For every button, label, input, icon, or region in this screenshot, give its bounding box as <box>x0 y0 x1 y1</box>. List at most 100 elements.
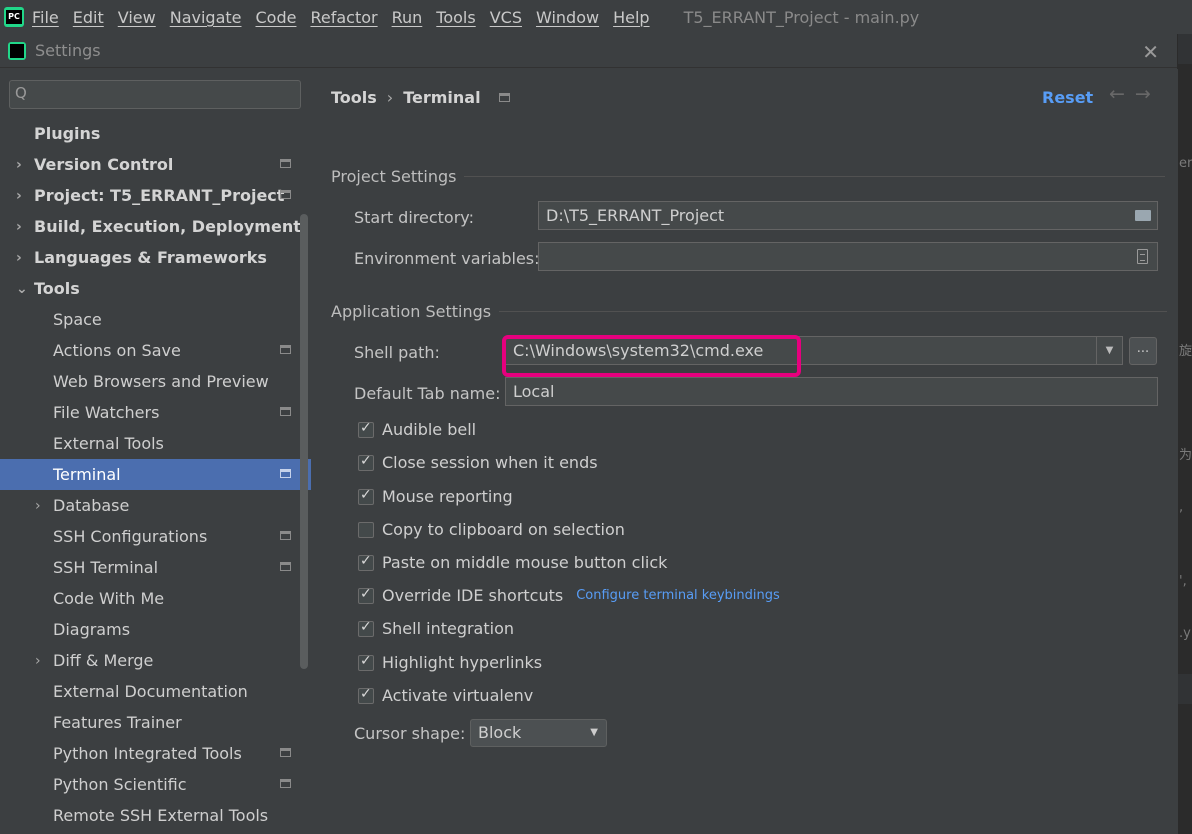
browse-shell-button[interactable]: ... <box>1129 337 1157 365</box>
background-editor-strip: er 旋 为 , ', .y <box>1178 34 1192 834</box>
chevron-right-icon[interactable]: › <box>16 219 22 235</box>
menu-vcs[interactable]: VCS <box>490 8 522 27</box>
sidebar-item-external-tools[interactable]: External Tools <box>0 428 311 459</box>
edit-document-icon[interactable] <box>1137 249 1148 264</box>
checkbox-label: Activate virtualenv <box>382 686 534 705</box>
chevron-right-icon[interactable]: › <box>16 157 22 173</box>
default-tab-field[interactable]: Local <box>505 377 1158 406</box>
project-scope-icon <box>280 531 291 540</box>
menu-window[interactable]: Window <box>536 8 599 27</box>
sidebar-item-build-execution-deployment[interactable]: › Build, Execution, Deployment <box>0 211 311 242</box>
menu-file[interactable]: File <box>32 8 59 27</box>
checkbox-box[interactable] <box>358 653 374 671</box>
sidebar-item-tools[interactable]: ⌄ Tools <box>0 273 311 304</box>
background-text: 旋 <box>1179 344 1192 359</box>
start-directory-value: D:\T5_ERRANT_Project <box>546 206 725 225</box>
menu-code[interactable]: Code <box>256 8 297 27</box>
window-title: T5_ERRANT_Project - main.py <box>683 7 920 27</box>
chevron-down-icon[interactable]: ⌄ <box>16 281 28 297</box>
checkbox-label: Close session when it ends <box>382 453 598 472</box>
sidebar-item-file-watchers[interactable]: File Watchers <box>0 397 311 428</box>
sidebar-item-diagrams[interactable]: Diagrams <box>0 614 311 645</box>
sidebar-item-code-with-me[interactable]: Code With Me <box>0 583 311 614</box>
chevron-down-icon[interactable]: ▼ <box>1096 337 1122 364</box>
background-text: , <box>1179 500 1184 515</box>
sidebar-item-features-trainer[interactable]: Features Trainer <box>0 707 311 738</box>
shell-path-label: Shell path: <box>354 343 440 362</box>
menu-edit[interactable]: Edit <box>73 8 104 27</box>
background-text: er <box>1179 156 1192 171</box>
env-vars-field[interactable] <box>538 242 1158 271</box>
sidebar-item-label: SSH Terminal <box>53 558 159 577</box>
checkbox-copy-to-clipboard[interactable]: Copy to clipboard on selection <box>358 520 625 539</box>
sidebar-item-ssh-configurations[interactable]: SSH Configurations <box>0 521 311 552</box>
sidebar-scrollbar[interactable] <box>300 214 308 669</box>
sidebar-item-database[interactable]: › Database <box>0 490 311 521</box>
folder-icon[interactable] <box>1135 210 1151 221</box>
back-forward-icon[interactable]: ←→ <box>1109 83 1161 105</box>
menu-tools[interactable]: Tools <box>436 8 475 27</box>
configure-keybindings-link[interactable]: Configure terminal keybindings <box>576 588 780 603</box>
checkbox-box[interactable] <box>358 521 374 538</box>
checkbox-box[interactable] <box>358 619 374 637</box>
sidebar-item-python-integrated-tools[interactable]: Python Integrated Tools <box>0 738 311 769</box>
cursor-shape-select[interactable]: Block ▼ <box>470 719 607 747</box>
sidebar-item-plugins[interactable]: Plugins <box>0 118 311 149</box>
sidebar-item-project[interactable]: › Project: T5_ERRANT_Project <box>0 180 311 211</box>
project-scope-icon <box>280 562 291 571</box>
reset-button[interactable]: Reset <box>1042 88 1093 107</box>
terminal-settings-panel: Tools › Terminal Reset ←→ Project Settin… <box>311 69 1178 834</box>
menu-refactor[interactable]: Refactor <box>310 8 377 27</box>
checkbox-box[interactable] <box>358 686 374 704</box>
chevron-right-icon[interactable]: › <box>35 498 41 514</box>
menu-view[interactable]: View <box>118 8 156 27</box>
section-divider <box>499 311 1168 312</box>
checkbox-paste-middle-click[interactable]: Paste on middle mouse button click <box>358 553 667 572</box>
cursor-shape-label: Cursor shape: <box>354 724 466 743</box>
checkbox-activate-virtualenv[interactable]: Activate virtualenv <box>358 686 533 705</box>
checkbox-box[interactable] <box>358 553 374 571</box>
sidebar-item-python-scientific[interactable]: Python Scientific <box>0 769 311 800</box>
chevron-right-icon[interactable]: › <box>16 250 22 266</box>
sidebar-item-ssh-terminal[interactable]: SSH Terminal <box>0 552 311 583</box>
menu-help[interactable]: Help <box>613 8 649 27</box>
project-scope-icon <box>280 469 291 478</box>
sidebar-item-space[interactable]: Space <box>0 304 311 335</box>
checkbox-highlight-hyperlinks[interactable]: Highlight hyperlinks <box>358 653 542 672</box>
sidebar-item-label: Python Integrated Tools <box>53 744 242 763</box>
checkbox-override-ide-shortcuts[interactable]: Override IDE shortcuts Configure termina… <box>358 586 780 605</box>
checkbox-box[interactable] <box>358 453 374 471</box>
checkbox-box[interactable] <box>358 586 374 604</box>
checkbox-box[interactable] <box>358 420 374 438</box>
checkbox-box[interactable] <box>358 487 374 505</box>
pycharm-logo-icon <box>4 7 24 27</box>
checkbox-shell-integration[interactable]: Shell integration <box>358 619 514 638</box>
menu-navigate[interactable]: Navigate <box>170 8 242 27</box>
start-directory-field[interactable]: D:\T5_ERRANT_Project <box>538 201 1158 230</box>
sidebar-item-languages-frameworks[interactable]: › Languages & Frameworks <box>0 242 311 273</box>
checkbox-mouse-reporting[interactable]: Mouse reporting <box>358 487 513 506</box>
sidebar-item-external-documentation[interactable]: External Documentation <box>0 676 311 707</box>
sidebar-item-remote-ssh-external-tools[interactable]: Remote SSH External Tools <box>0 800 311 831</box>
breadcrumb-parent[interactable]: Tools <box>331 88 377 107</box>
checkbox-audible-bell[interactable]: Audible bell <box>358 420 476 439</box>
settings-sidebar: Q Plugins › Version Control › Project: T… <box>0 69 311 834</box>
settings-search-input[interactable]: Q <box>9 80 301 109</box>
menu-run[interactable]: Run <box>392 8 423 27</box>
sidebar-item-diff-merge[interactable]: › Diff & Merge <box>0 645 311 676</box>
project-scope-icon <box>280 345 291 354</box>
chevron-right-icon[interactable]: › <box>35 653 41 669</box>
sidebar-item-terminal[interactable]: Terminal <box>0 459 311 490</box>
sidebar-item-label: Diagrams <box>53 620 131 639</box>
sidebar-item-version-control[interactable]: › Version Control <box>0 149 311 180</box>
background-text: ', <box>1179 574 1187 589</box>
project-scope-icon <box>280 159 291 168</box>
settings-dialog: Settings ✕ Q Plugins › Version Control ›… <box>0 34 1178 834</box>
sidebar-item-web-browsers[interactable]: Web Browsers and Preview <box>0 366 311 397</box>
checkbox-close-session[interactable]: Close session when it ends <box>358 453 598 472</box>
chevron-right-icon[interactable]: › <box>16 188 22 204</box>
application-settings-section: Application Settings <box>331 302 1168 321</box>
close-icon[interactable]: ✕ <box>1142 40 1159 64</box>
default-tab-label: Default Tab name: <box>354 384 501 403</box>
sidebar-item-actions-on-save[interactable]: Actions on Save <box>0 335 311 366</box>
